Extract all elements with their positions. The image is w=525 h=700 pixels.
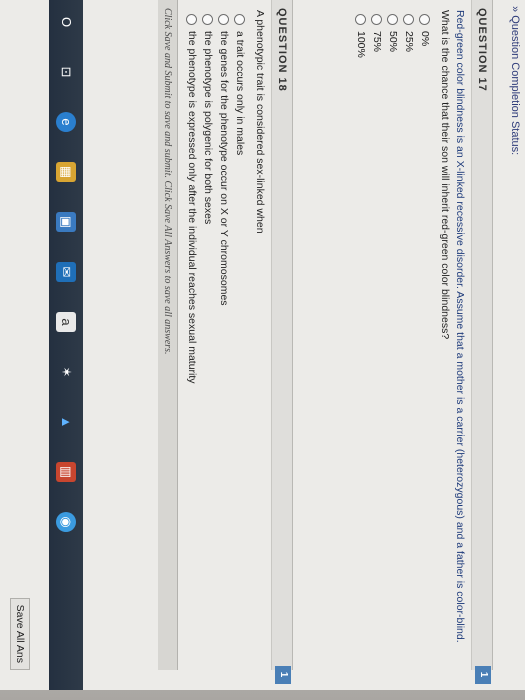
mail-icon[interactable]: ✉ (56, 262, 76, 282)
question-17-header: QUESTION 17 1 (471, 0, 493, 684)
radio-button[interactable] (186, 14, 198, 25)
q18-option-2[interactable]: the phenotype is polygenic for both sexe… (200, 14, 216, 660)
radio-button[interactable] (355, 14, 367, 25)
file-explorer-icon[interactable]: ▦ (56, 162, 76, 182)
q17-option-0[interactable]: 0% (417, 14, 433, 660)
question-17-text-line-2: What is the chance that their son will i… (439, 10, 451, 340)
question-18-options: a trait occurs only in males the genes f… (180, 0, 251, 670)
status-expander-icon[interactable]: » (509, 6, 521, 15)
q17-option-3[interactable]: 75% (369, 14, 385, 660)
radio-button[interactable] (218, 14, 230, 25)
radio-button[interactable] (202, 14, 214, 25)
radio-button[interactable] (419, 14, 431, 25)
q17-option-4[interactable]: 100% (353, 14, 369, 660)
radio-button[interactable] (403, 14, 415, 25)
submit-instructions: Click Save and Submit to save and submit… (158, 0, 178, 670)
dropbox-icon[interactable]: ✶ (56, 362, 76, 382)
radio-button[interactable] (234, 14, 246, 25)
radio-button[interactable] (387, 14, 399, 25)
q17-option-2[interactable]: 50% (385, 14, 401, 660)
app-icon[interactable]: ▲ (56, 412, 76, 432)
question-17-options: 0% 25% 50% 75% 100% (349, 0, 436, 670)
q18-option-0[interactable]: a trait occurs only in males (232, 14, 248, 660)
edge-browser-icon[interactable]: e (56, 112, 76, 132)
photo-frame: » Question Completion Status: QUESTION 1… (0, 0, 525, 700)
q17-option-1[interactable]: 25% (401, 14, 417, 660)
amazon-icon[interactable]: a (56, 312, 76, 332)
question-17-title: QUESTION 17 (476, 8, 488, 92)
radio-button[interactable] (371, 14, 383, 25)
status-label: Question Completion Status: (509, 15, 521, 156)
question-17-points-badge: 1 (475, 666, 491, 684)
task-view-icon[interactable]: ⊡ (56, 62, 76, 82)
office-icon[interactable]: ▥ (56, 462, 76, 482)
q18-option-3[interactable]: the phenotype is expressed only after th… (184, 14, 200, 660)
question-18-points-badge: 1 (275, 666, 291, 684)
question-completion-status[interactable]: » Question Completion Status: (503, 0, 525, 690)
question-18: QUESTION 18 1 A phenotypic trait is cons… (180, 0, 293, 684)
chrome-icon[interactable]: ◉ (56, 512, 76, 532)
question-18-header: QUESTION 18 1 (271, 0, 293, 684)
save-all-answers-button[interactable]: Save All Ans (10, 597, 30, 670)
store-icon[interactable]: ▣ (56, 212, 76, 232)
question-18-title: QUESTION 18 (276, 8, 288, 92)
question-18-text: A phenotypic trait is considered sex-lin… (254, 10, 266, 234)
cortana-icon[interactable]: O (56, 12, 76, 32)
question-17-text-line-1: Red-green color blindness is an X-linked… (454, 10, 466, 643)
question-17: QUESTION 17 1 Red-green color blindness … (349, 0, 493, 684)
q18-option-1[interactable]: the genes for the phenotype occur on X o… (216, 14, 232, 660)
browser-page: » Question Completion Status: QUESTION 1… (0, 0, 525, 690)
taskbar: O ⊡ e ▦ ▣ ✉ a ✶ ▲ ▥ ◉ (49, 0, 83, 690)
